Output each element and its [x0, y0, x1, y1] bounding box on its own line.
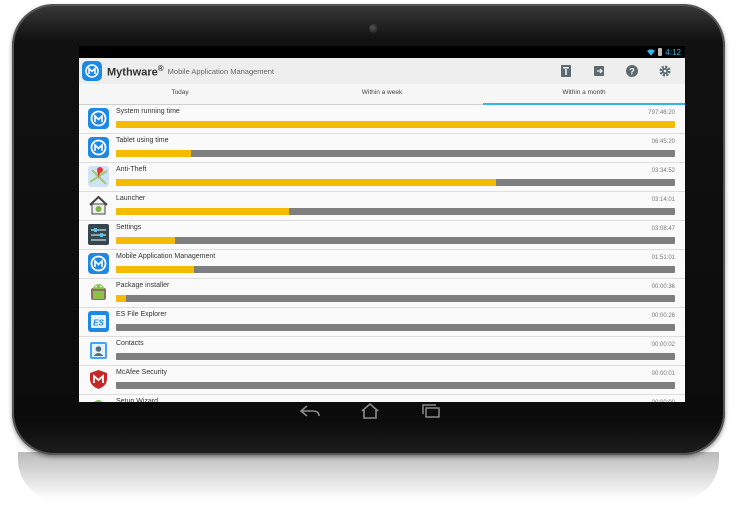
- contacts-icon: [88, 340, 109, 361]
- usage-bar-fill: [116, 237, 175, 244]
- help-icon[interactable]: ?: [622, 61, 642, 81]
- svg-text:ES: ES: [93, 319, 104, 328]
- battery-icon: [658, 48, 663, 56]
- list-item[interactable]: Package installer 00:00:36: [79, 279, 685, 308]
- app-name-label: ES File Explorer: [116, 311, 167, 318]
- usage-time: 00:00:36: [651, 284, 675, 290]
- list-item[interactable]: Contacts 00:00:02: [79, 337, 685, 366]
- app-name-label: Anti-Theft: [116, 166, 147, 173]
- list-item[interactable]: Launcher 03:14:01: [79, 192, 685, 221]
- time-range-tabs: Today Within a week Within a month: [79, 84, 685, 105]
- tab-within-a-week[interactable]: Within a week: [281, 84, 483, 104]
- list-item[interactable]: Settings 03:08:47: [79, 221, 685, 250]
- usage-bar: [116, 237, 675, 244]
- usage-time: 00:00:26: [651, 313, 675, 319]
- app-name-label: Contacts: [116, 340, 144, 347]
- usage-bar-fill: [116, 121, 675, 128]
- map-pin-icon: [88, 166, 109, 187]
- app-title: Mythware®: [107, 64, 164, 79]
- usage-bar-fill: [116, 208, 290, 215]
- usage-bar-fill: [116, 295, 127, 302]
- app-name-label: Settings: [116, 224, 142, 231]
- navigation-bar: [12, 402, 725, 432]
- usage-bar: [116, 266, 675, 273]
- screen: 4:12 Mythware® Mobile Application Manage…: [79, 46, 685, 402]
- usage-time: 00:00:02: [651, 342, 675, 348]
- usage-bar: [116, 382, 675, 389]
- home-icon: [88, 195, 109, 216]
- android-icon: [88, 282, 109, 303]
- tablet-device: 4:12 Mythware® Mobile Application Manage…: [12, 4, 725, 455]
- app-name-label: Mobile Application Management: [116, 253, 216, 260]
- usage-time: 797:46:20: [648, 110, 675, 116]
- app-name-label: Tablet using time: [116, 137, 169, 144]
- app-name-label: McAfee Security: [116, 369, 167, 376]
- usage-bar-fill: [116, 266, 195, 273]
- usage-bar: [116, 324, 675, 331]
- app-name-label: Launcher: [116, 195, 146, 202]
- usage-time: 00:00:01: [651, 371, 675, 377]
- usage-time: 03:14:01: [651, 197, 675, 203]
- app-reg-mark: ®: [157, 63, 164, 73]
- status-clock: 4:12: [665, 47, 681, 57]
- usage-bar: [116, 295, 675, 302]
- usage-bar: [116, 179, 675, 186]
- settings-app-icon: [88, 224, 109, 245]
- wifi-icon: [647, 48, 656, 56]
- list-item[interactable]: ES ES File Explorer 00:00:26: [79, 308, 685, 337]
- usage-time: 06:45:20: [651, 139, 675, 145]
- app-name: Mythware: [107, 66, 158, 79]
- usage-bar: [116, 150, 675, 157]
- usage-bar-fill: [116, 179, 497, 186]
- list-item[interactable]: McAfee Security 00:00:01: [79, 366, 685, 395]
- app-subtitle: Mobile Application Management: [167, 66, 274, 76]
- mcafee-icon: [88, 369, 109, 390]
- doc-icon[interactable]: [556, 61, 576, 81]
- mythware-logo-icon[interactable]: [82, 61, 102, 81]
- status-bar: 4:12: [79, 46, 685, 58]
- usage-bar-fill: [116, 150, 192, 157]
- list-item[interactable]: Mobile Application Management 01:51:01: [79, 250, 685, 279]
- mythware-icon: [88, 137, 109, 158]
- usage-time: 03:34:52: [651, 168, 675, 174]
- list-item[interactable]: Tablet using time 06:45:20: [79, 134, 685, 163]
- home-nav-icon[interactable]: [358, 402, 382, 420]
- list-item[interactable]: Anti-Theft 03:34:52: [79, 163, 685, 192]
- device-reflection: [18, 452, 719, 500]
- list-item[interactable]: Setup Wizard00:00:00: [79, 395, 685, 402]
- back-icon[interactable]: [298, 402, 322, 420]
- settings-icon[interactable]: [655, 61, 675, 81]
- recents-icon[interactable]: [419, 402, 443, 420]
- list-item[interactable]: System running time 797:46:20: [79, 105, 685, 134]
- svg-text:?: ?: [629, 67, 635, 77]
- usage-time: 03:08:47: [651, 226, 675, 232]
- front-camera: [369, 24, 378, 33]
- app-name-label: System running time: [116, 108, 180, 115]
- usage-bar: [116, 208, 675, 215]
- toolbar: ?: [556, 61, 675, 81]
- app-usage-list: System running time 797:46:20 Tablet using…: [79, 105, 685, 402]
- usage-bar: [116, 353, 675, 360]
- usage-bar: [116, 121, 675, 128]
- mythware-icon: [88, 253, 109, 274]
- export-icon[interactable]: [589, 61, 609, 81]
- tab-within-a-month[interactable]: Within a month: [483, 84, 685, 105]
- tab-today[interactable]: Today: [79, 84, 281, 104]
- usage-time: 01:51:01: [651, 255, 675, 261]
- mythware-icon: [88, 108, 109, 129]
- app-bar: Mythware® Mobile Application Management …: [79, 58, 685, 84]
- app-name-label: Package installer: [116, 282, 170, 289]
- es-explorer-icon: ES: [88, 311, 109, 332]
